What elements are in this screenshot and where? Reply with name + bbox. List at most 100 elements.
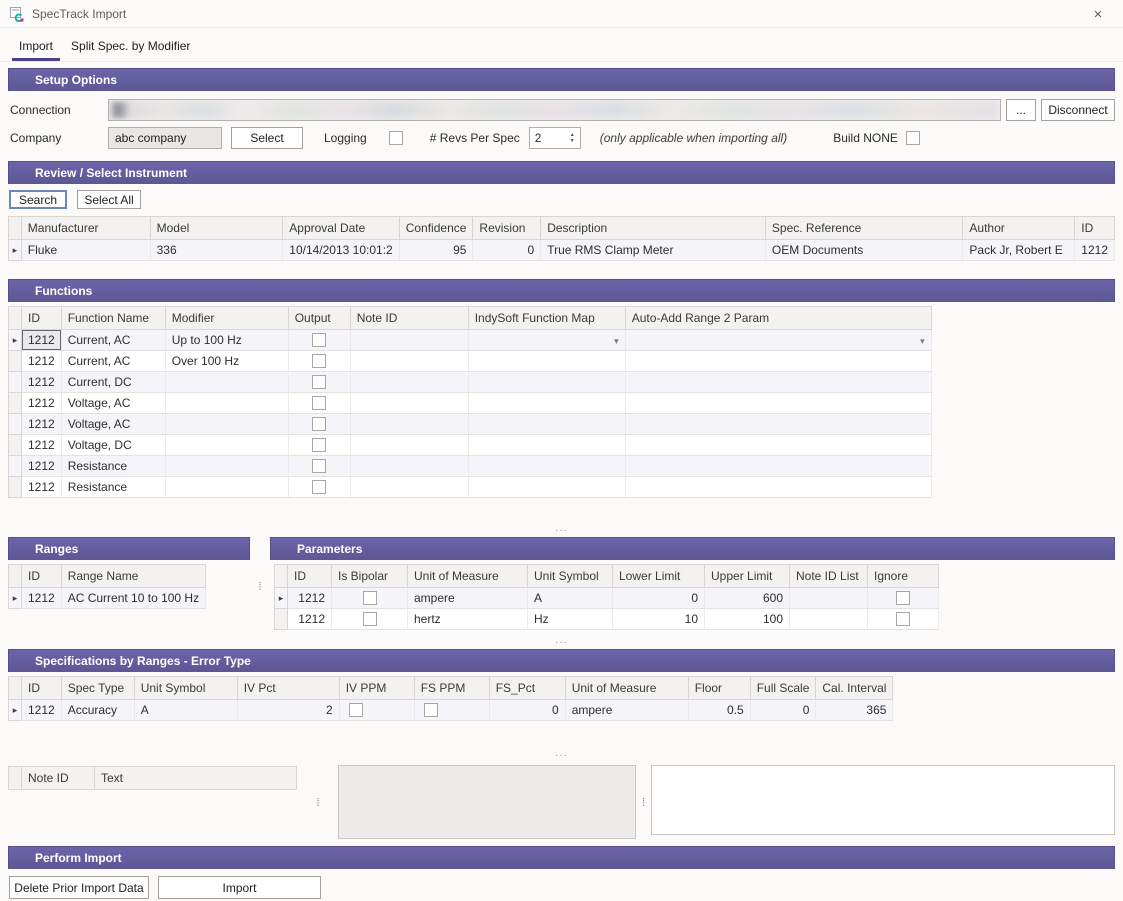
horizontal-splitter[interactable]: ··· <box>8 524 1115 537</box>
col-id[interactable]: ID <box>22 677 62 700</box>
output-checkbox[interactable] <box>312 459 326 473</box>
table-row[interactable]: 1212 Current, DC <box>9 372 932 393</box>
cell-id[interactable]: 1212 <box>22 372 62 393</box>
col-note-id[interactable]: Note ID <box>350 307 468 330</box>
tab-import[interactable]: Import <box>10 33 62 61</box>
cell-modifier[interactable] <box>165 456 288 477</box>
col-author[interactable]: Author <box>963 217 1075 240</box>
cell-id[interactable]: 1212 <box>288 609 332 630</box>
cell-range-name[interactable]: AC Current 10 to 100 Hz <box>61 588 205 609</box>
table-row[interactable]: ▸ 1212 AC Current 10 to 100 Hz <box>9 588 206 609</box>
col-upper-limit[interactable]: Upper Limit <box>705 565 790 588</box>
cell-id[interactable]: 1212 <box>22 414 62 435</box>
cell-approval-date[interactable]: 10/14/2013 10:01:2 <box>283 240 399 261</box>
col-confidence[interactable]: Confidence <box>399 217 473 240</box>
table-row[interactable]: ▸ 1212 Current, AC Up to 100 Hz ▾ ▾ <box>9 330 932 351</box>
logging-checkbox[interactable] <box>389 131 403 145</box>
col-spec-reference[interactable]: Spec. Reference <box>765 217 963 240</box>
cell-unit-of-measure[interactable]: ampere <box>565 700 688 721</box>
horizontal-splitter[interactable]: ··· <box>8 749 1115 762</box>
col-is-bipolar[interactable]: Is Bipolar <box>332 565 408 588</box>
col-manufacturer[interactable]: Manufacturer <box>21 217 150 240</box>
cell-spec-reference[interactable]: OEM Documents <box>765 240 963 261</box>
cell-unit-of-measure[interactable]: hertz <box>408 609 528 630</box>
cell-id[interactable]: 1212 <box>22 700 62 721</box>
cell-unit-symbol[interactable]: A <box>528 588 613 609</box>
col-model[interactable]: Model <box>150 217 283 240</box>
select-all-button[interactable]: Select All <box>77 190 141 209</box>
cell-modifier[interactable] <box>165 477 288 498</box>
connection-input[interactable] <box>108 99 1001 121</box>
cell-id[interactable]: 1212 <box>22 330 62 351</box>
tab-split-spec[interactable]: Split Spec. by Modifier <box>62 33 199 61</box>
vertical-splitter[interactable]: ⁞ <box>298 762 338 844</box>
ignore-checkbox[interactable] <box>896 612 910 626</box>
cell-unit-of-measure[interactable]: ampere <box>408 588 528 609</box>
col-floor[interactable]: Floor <box>688 677 750 700</box>
cell-function-name[interactable]: Voltage, AC <box>61 414 165 435</box>
cell-modifier[interactable] <box>165 414 288 435</box>
cell-lower-limit[interactable]: 10 <box>613 609 705 630</box>
note-text-panel[interactable] <box>651 765 1115 835</box>
cell-indysoft-map[interactable]: ▾ <box>468 330 625 351</box>
cell-upper-limit[interactable]: 600 <box>705 588 790 609</box>
output-checkbox[interactable] <box>312 333 326 347</box>
col-id[interactable]: ID <box>288 565 332 588</box>
col-id[interactable]: ID <box>22 565 62 588</box>
table-row[interactable]: ▸ Fluke 336 10/14/2013 10:01:2 95 0 True… <box>9 240 1115 261</box>
fs-ppm-checkbox[interactable] <box>424 703 438 717</box>
cell-revision[interactable]: 0 <box>473 240 541 261</box>
table-row[interactable]: ▸ 1212 ampere A 0 600 <box>275 588 939 609</box>
cell-id[interactable]: 1212 <box>22 477 62 498</box>
cell-iv-pct[interactable]: 2 <box>237 700 339 721</box>
close-icon[interactable]: × <box>1087 3 1109 25</box>
horizontal-splitter[interactable]: ··· <box>8 636 1115 649</box>
company-input[interactable]: abc company <box>108 127 222 149</box>
dropdown-icon[interactable]: ▾ <box>920 334 925 347</box>
col-fs-pct[interactable]: FS_Pct <box>489 677 565 700</box>
cell-upper-limit[interactable]: 100 <box>705 609 790 630</box>
col-auto-add-range[interactable]: Auto-Add Range 2 Param <box>625 307 931 330</box>
cell-floor[interactable]: 0.5 <box>688 700 750 721</box>
cell-cal-interval[interactable]: 365 <box>816 700 893 721</box>
col-unit-of-measure[interactable]: Unit of Measure <box>565 677 688 700</box>
cell-id[interactable]: 1212 <box>1075 240 1115 261</box>
table-row[interactable]: 1212 Voltage, AC <box>9 393 932 414</box>
table-row[interactable]: 1212 Voltage, DC <box>9 435 932 456</box>
cell-id[interactable]: 1212 <box>22 456 62 477</box>
cell-function-name[interactable]: Resistance <box>61 456 165 477</box>
output-checkbox[interactable] <box>312 438 326 452</box>
output-checkbox[interactable] <box>312 480 326 494</box>
table-row[interactable]: 1212 Current, AC Over 100 Hz <box>9 351 932 372</box>
cell-modifier[interactable]: Up to 100 Hz <box>165 330 288 351</box>
table-row[interactable]: 1212 Voltage, AC <box>9 414 932 435</box>
table-row[interactable]: 1212 Resistance <box>9 477 932 498</box>
table-row[interactable]: 1212 hertz Hz 10 100 <box>275 609 939 630</box>
cell-manufacturer[interactable]: Fluke <box>21 240 150 261</box>
col-note-id[interactable]: Note ID <box>22 767 95 790</box>
cell-spec-type[interactable]: Accuracy <box>61 700 134 721</box>
cell-function-name[interactable]: Current, AC <box>61 351 165 372</box>
build-none-checkbox[interactable] <box>906 131 920 145</box>
cell-id[interactable]: 1212 <box>22 351 62 372</box>
col-iv-ppm[interactable]: IV PPM <box>339 677 414 700</box>
cell-id[interactable]: 1212 <box>22 588 62 609</box>
col-iv-pct[interactable]: IV Pct <box>237 677 339 700</box>
ignore-checkbox[interactable] <box>896 591 910 605</box>
col-cal-interval[interactable]: Cal. Interval <box>816 677 893 700</box>
output-checkbox[interactable] <box>312 354 326 368</box>
cell-fs-pct[interactable]: 0 <box>489 700 565 721</box>
output-checkbox[interactable] <box>312 375 326 389</box>
browse-button[interactable]: ... <box>1006 99 1036 121</box>
col-unit-of-measure[interactable]: Unit of Measure <box>408 565 528 588</box>
iv-ppm-checkbox[interactable] <box>349 703 363 717</box>
cell-function-name[interactable]: Voltage, AC <box>61 393 165 414</box>
col-approval-date[interactable]: Approval Date <box>283 217 399 240</box>
col-text[interactable]: Text <box>95 767 297 790</box>
col-range-name[interactable]: Range Name <box>61 565 205 588</box>
col-ignore[interactable]: Ignore <box>868 565 939 588</box>
import-button[interactable]: Import <box>158 876 321 899</box>
disconnect-button[interactable]: Disconnect <box>1041 99 1115 121</box>
cell-note-id-list[interactable] <box>790 609 868 630</box>
col-id[interactable]: ID <box>22 307 62 330</box>
